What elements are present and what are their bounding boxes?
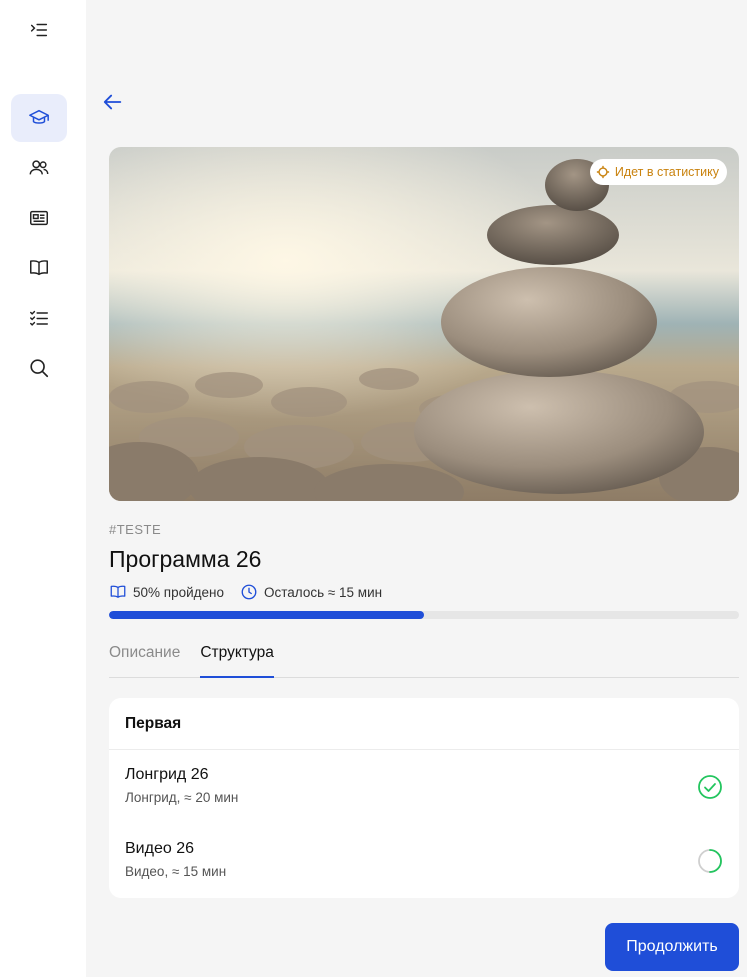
program-tag: #TESTE (109, 522, 162, 537)
lesson-title: Лонгрид 26 (125, 766, 209, 783)
tabs: Описание Структура (109, 628, 739, 678)
tab-description[interactable]: Описание (109, 628, 180, 677)
section-card: Первая Лонгрид 26 Лонгрид, ≈ 20 мин Виде… (109, 698, 739, 898)
lesson-subtitle: Видео, ≈ 15 мин (125, 864, 227, 879)
graduation-cap-icon (29, 109, 49, 124)
sidebar (0, 0, 86, 977)
progress-label: 50% пройдено (133, 584, 224, 600)
progress-bar-fill (109, 611, 424, 619)
statistics-badge: Идет в статистику (589, 159, 727, 185)
sidebar-item-tasks[interactable] (11, 294, 67, 342)
program-cover-image: Идет в статистику (109, 147, 739, 501)
sidebar-item-library[interactable] (11, 244, 67, 292)
book-icon (30, 260, 48, 276)
progress-bar (109, 611, 739, 619)
users-icon (29, 160, 49, 175)
sidebar-item-learning[interactable] (11, 94, 67, 142)
checklist-icon (30, 310, 48, 326)
clock-icon (241, 584, 257, 600)
check-circle-icon (698, 775, 722, 799)
progress-circle-icon (698, 849, 722, 873)
expand-menu-icon (30, 23, 48, 37)
sidebar-item-search[interactable] (11, 344, 67, 392)
lesson-subtitle: Лонгрид, ≈ 20 мин (125, 790, 239, 805)
lesson-title: Видео 26 (125, 840, 194, 857)
page-title: Программа 26 (109, 546, 262, 572)
arrow-left-icon (103, 94, 122, 110)
sidebar-item-users[interactable] (11, 144, 67, 192)
lesson-item[interactable]: Видео 26 Видео, ≈ 15 мин (125, 840, 723, 900)
statistics-badge-label: Идет в статистику (614, 165, 719, 179)
time-left-label: Осталось ≈ 15 мин (264, 584, 383, 600)
back-button[interactable] (100, 89, 126, 115)
stacked-stones-photo (109, 147, 739, 501)
section-title: Первая (109, 698, 739, 750)
newspaper-icon (30, 210, 48, 226)
progress-info: 50% пройдено (109, 583, 224, 601)
continue-button[interactable]: Продолжить (605, 923, 739, 971)
target-icon (596, 165, 609, 179)
program-meta: 50% пройдено Осталось ≈ 15 мин (109, 583, 398, 601)
lesson-item[interactable]: Лонгрид 26 Лонгрид, ≈ 20 мин (125, 766, 723, 826)
search-icon (30, 359, 49, 378)
time-info: Осталось ≈ 15 мин (240, 583, 382, 601)
expand-menu-button[interactable] (11, 6, 67, 54)
book-icon (110, 585, 126, 598)
tab-structure[interactable]: Структура (200, 628, 274, 678)
sidebar-item-news[interactable] (11, 194, 67, 242)
main-content: Идет в статистику #TESTE Программа 26 50… (86, 0, 747, 977)
